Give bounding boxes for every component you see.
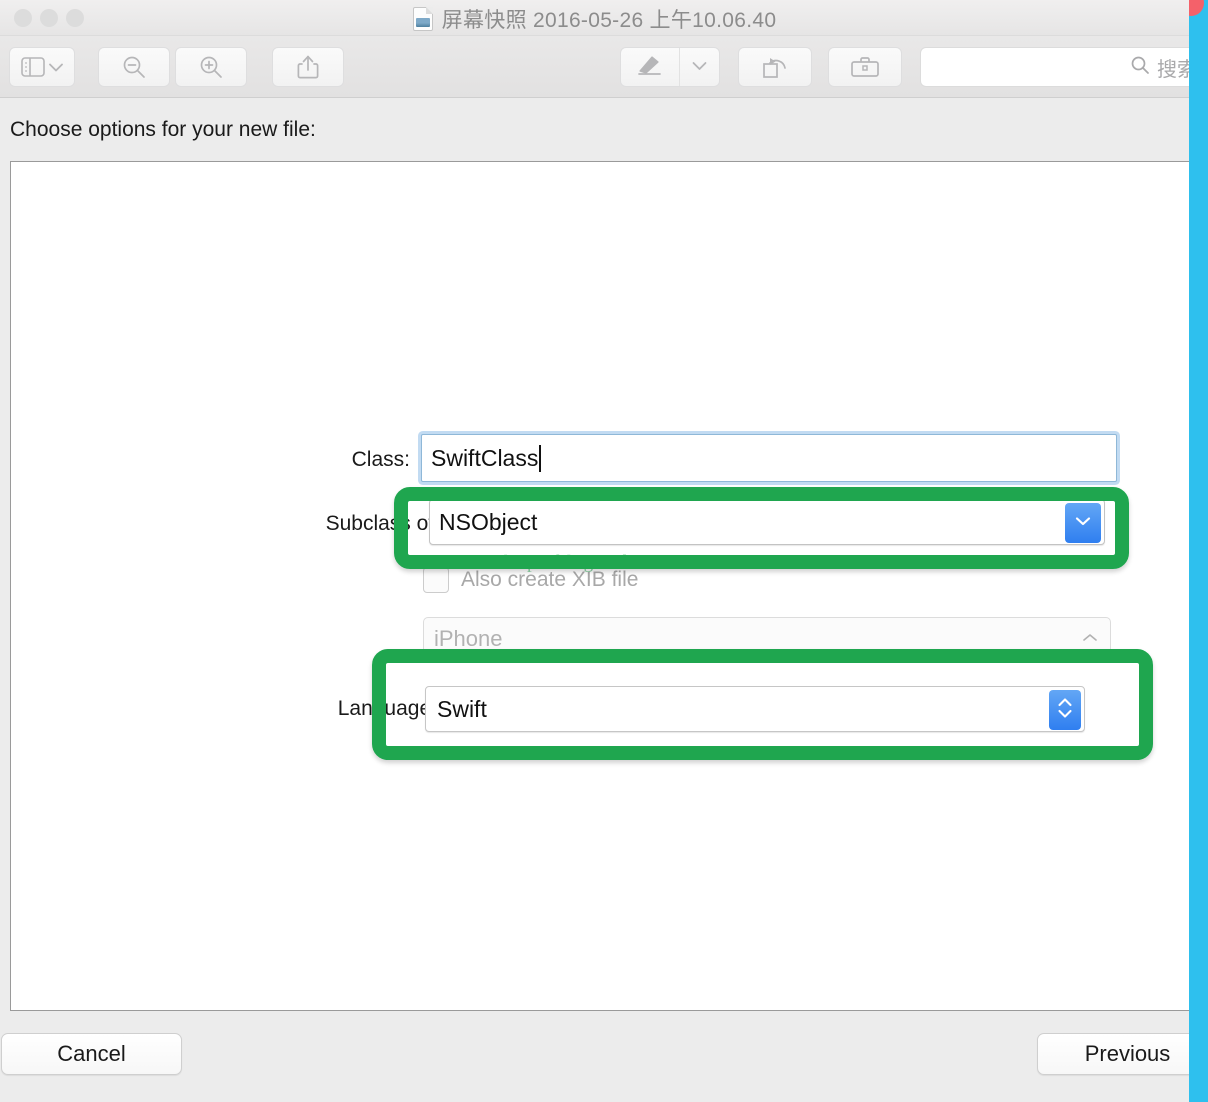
class-field-label: Class: bbox=[351, 448, 410, 471]
rotate-button[interactable] bbox=[738, 47, 812, 87]
text-cursor bbox=[539, 444, 542, 472]
search-icon bbox=[1130, 55, 1150, 80]
language-popup-value: Swift bbox=[437, 695, 487, 722]
sheet-header-title: Choose options for your new file: bbox=[10, 118, 316, 141]
screenshot-document-icon bbox=[412, 7, 433, 31]
watermark-text: http://blog.csdn.net/ bbox=[504, 552, 677, 573]
markup-toolbar-button[interactable] bbox=[828, 47, 902, 87]
markup-toolbar-icon bbox=[850, 55, 880, 79]
chevron-down-icon bbox=[1074, 514, 1092, 532]
previous-button[interactable]: Previous bbox=[1037, 1033, 1189, 1075]
chevron-down-icon bbox=[49, 63, 63, 72]
search-placeholder: 搜索 bbox=[1157, 58, 1189, 81]
language-field-label: Language: bbox=[337, 697, 437, 720]
language-popup-button[interactable]: Swift bbox=[425, 686, 1085, 732]
device-popup-value: iPhone bbox=[434, 626, 503, 651]
language-stepper-button[interactable] bbox=[1049, 690, 1081, 730]
sidebar-icon bbox=[21, 57, 45, 77]
subclass-dropdown-button[interactable] bbox=[1065, 503, 1101, 543]
markup-pen-icon bbox=[637, 54, 663, 81]
zoom-out-button[interactable] bbox=[98, 47, 170, 87]
window-toolbar: 搜索 bbox=[0, 36, 1189, 98]
rotate-icon bbox=[761, 54, 789, 80]
markup-menu-button[interactable] bbox=[680, 48, 719, 86]
title-group: 屏幕快照 2016-05-26 上午10.06.40 bbox=[0, 4, 1189, 34]
window-titlebar: 屏幕快照 2016-05-26 上午10.06.40 bbox=[0, 0, 1189, 36]
search-field[interactable]: 搜索 bbox=[920, 47, 1189, 87]
class-input-value: SwiftClass bbox=[431, 444, 539, 471]
markup-button-group bbox=[620, 47, 720, 87]
share-icon bbox=[297, 54, 319, 80]
zoom-out-icon bbox=[121, 54, 147, 80]
window-title: 屏幕快照 2016-05-26 上午10.06.40 bbox=[441, 9, 777, 32]
class-input[interactable]: SwiftClass bbox=[421, 434, 1117, 482]
subclass-of-combobox[interactable]: NSObject bbox=[429, 499, 1105, 545]
share-button[interactable] bbox=[272, 47, 344, 87]
subclass-of-value: NSObject bbox=[439, 508, 538, 535]
sheet-button-bar: Cancel Previous bbox=[0, 1014, 1189, 1102]
preview-window: 屏幕快照 2016-05-26 上午10.06.40 搜索 Choose opt… bbox=[0, 0, 1189, 1102]
markup-button[interactable] bbox=[621, 48, 680, 86]
chevron-up-down-icon bbox=[1056, 695, 1074, 726]
zoom-in-button[interactable] bbox=[175, 47, 247, 87]
subclass-field-label: Subclass of: bbox=[325, 512, 440, 535]
device-popup-button[interactable]: iPhone bbox=[423, 617, 1111, 661]
chevron-up-icon bbox=[1082, 630, 1098, 648]
chevron-down-icon bbox=[692, 58, 707, 76]
zoom-in-icon bbox=[198, 54, 224, 80]
sidebar-toggle-button[interactable] bbox=[9, 47, 75, 87]
xib-checkbox[interactable] bbox=[423, 567, 449, 593]
cancel-button[interactable]: Cancel bbox=[1, 1033, 182, 1075]
